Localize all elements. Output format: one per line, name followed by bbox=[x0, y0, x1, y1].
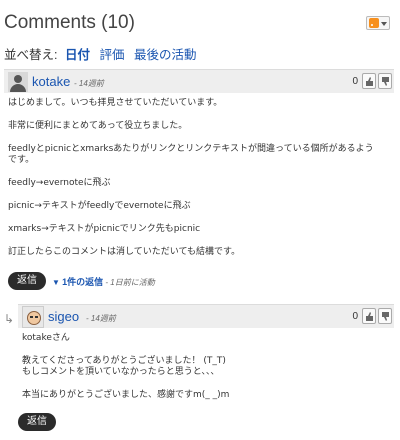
default-user-avatar-icon[interactable] bbox=[8, 72, 28, 92]
rss-icon bbox=[369, 18, 379, 28]
thumbs-down-icon[interactable] bbox=[378, 308, 392, 324]
comment-author[interactable]: kotake bbox=[32, 74, 70, 89]
comment-time: - 14週前 bbox=[74, 79, 104, 88]
thumbs-down-icon[interactable] bbox=[378, 73, 392, 89]
thumbs-up-icon[interactable] bbox=[362, 73, 376, 89]
comment-paragraph: 訂正したらこのコメントは消していただいても結構です。 bbox=[8, 247, 241, 257]
sort-bar: 並べ替え: 日付 評価 最後の活動 bbox=[4, 44, 202, 63]
comment-paragraph: はじめまして。いつも拝見させていただいています。 bbox=[8, 98, 223, 108]
replies-toggle[interactable]: 1件の返信 bbox=[62, 277, 103, 287]
sort-label: 並べ替え: bbox=[4, 48, 58, 62]
comment-score: 0 bbox=[352, 76, 358, 87]
sort-option-rating[interactable]: 評価 bbox=[99, 48, 124, 62]
comments-title: Comments (10) bbox=[4, 12, 135, 33]
rss-feed-button[interactable] bbox=[366, 16, 390, 30]
sort-option-last-activity[interactable]: 最後の活動 bbox=[134, 48, 197, 62]
comments-header: Comments (10) bbox=[4, 12, 396, 42]
last-activity: - 1日前に活動 bbox=[105, 278, 155, 287]
comment-time: - 14週前 bbox=[86, 314, 116, 323]
thumbs-up-icon[interactable] bbox=[362, 308, 376, 324]
comment-paragraph: xmarks→テキストがpicnicでリンク先もpicnic bbox=[8, 224, 201, 234]
comment-paragraph: picnic→テキストがfeedlyでevernoteに飛ぶ bbox=[8, 201, 191, 211]
sort-option-date[interactable]: 日付 bbox=[65, 48, 90, 62]
comment-paragraph: feedlyとpicnicとxmarksあたりがリンクとリンクテキストが間違って… bbox=[8, 144, 374, 165]
comment-paragraph: もしコメントを頂いていなかったらと思うと、、、 bbox=[22, 367, 220, 377]
comment-header: kotake - 14週前 0 bbox=[4, 69, 394, 93]
comment-paragraph: kotakeさん bbox=[22, 333, 70, 343]
comment-paragraph: feedly→evernoteに飛ぶ bbox=[8, 178, 111, 188]
reply-button[interactable]: 返信 bbox=[18, 413, 56, 431]
reply-body: kotakeさん 教えてくださってありがとうございました！ (T_T) もしコメ… bbox=[22, 333, 382, 401]
reply-button[interactable]: 返信 bbox=[8, 272, 46, 290]
comment-paragraph: 本当にありがとうございました、感謝ですm(_ _)m bbox=[22, 390, 230, 400]
comment-author[interactable]: sigeo bbox=[48, 309, 79, 324]
comment-paragraph: 非常に便利にまとめてあって役立ちました。 bbox=[8, 121, 188, 131]
caret-down-icon: ▼ bbox=[52, 278, 60, 287]
comment-body: はじめまして。いつも拝見させていただいています。 非常に便利にまとめてあって役立… bbox=[8, 98, 388, 258]
replies-meta: ▼ 1件の返信 - 1日前に活動 bbox=[52, 275, 155, 288]
chevron-down-icon bbox=[381, 22, 387, 26]
user-avatar-icon[interactable] bbox=[22, 306, 44, 328]
comment-paragraph: 教えてくださってありがとうございました！ (T_T) bbox=[22, 356, 226, 366]
reply-indent-arrow-icon: ↳ bbox=[4, 312, 15, 326]
reply-comment-header: sigeo - 14週前 0 bbox=[18, 304, 394, 328]
comment-score: 0 bbox=[352, 311, 358, 322]
